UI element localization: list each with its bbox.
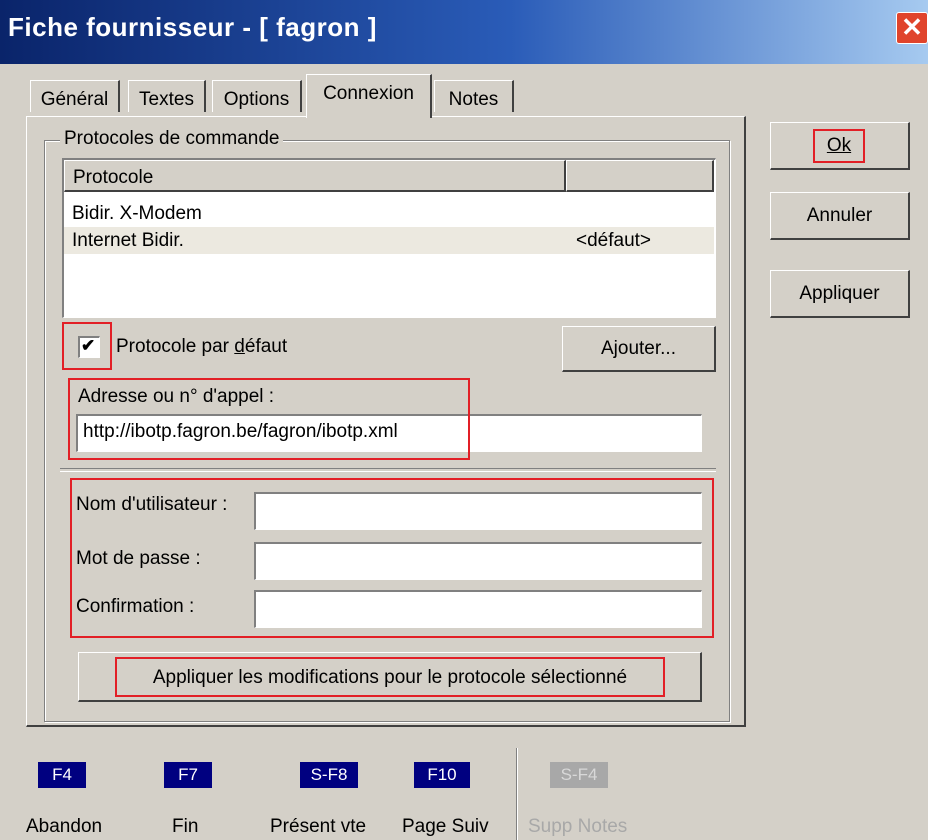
ok-button[interactable]: Ok	[770, 122, 910, 170]
list-item[interactable]: Internet Bidir. <défaut>	[64, 227, 714, 254]
column-header-default[interactable]	[566, 160, 714, 192]
column-header-protocole[interactable]: Protocole	[64, 160, 566, 192]
default-protocol-label[interactable]: Protocole par défaut	[116, 336, 287, 358]
fkey-f7-label[interactable]: Fin	[172, 816, 198, 838]
close-icon: ✕	[901, 12, 923, 42]
protocols-group-label: Protocoles de commande	[60, 128, 284, 150]
ok-button-label: Ok	[813, 129, 865, 163]
fkey-f10[interactable]: F10	[414, 762, 470, 788]
apply-protocol-changes-label: Appliquer les modifications pour le prot…	[115, 657, 665, 697]
fkey-s-f8-label[interactable]: Présent vte	[270, 816, 366, 838]
fkey-s-f4-label: Supp Notes	[528, 816, 628, 837]
tab-notes[interactable]: Notes	[434, 80, 514, 112]
credentials-highlight	[70, 478, 714, 638]
add-protocol-button[interactable]: Ajouter...	[562, 326, 716, 372]
fkey-f4[interactable]: F4	[38, 762, 86, 788]
fkey-s-f8[interactable]: S-F8	[300, 762, 358, 788]
protocol-name: Internet Bidir.	[72, 230, 184, 251]
fkey-f7[interactable]: F7	[164, 762, 212, 788]
window-title: Fiche fournisseur - [ fagron ]	[8, 12, 377, 42]
tab-general[interactable]: Général	[30, 80, 120, 112]
close-button[interactable]: ✕	[896, 12, 928, 44]
protocol-name: Bidir. X-Modem	[72, 203, 202, 224]
apply-button[interactable]: Appliquer	[770, 270, 910, 318]
fkey-separator	[516, 748, 518, 840]
checkmark-icon: ✔	[81, 336, 96, 355]
tab-textes[interactable]: Textes	[128, 80, 206, 112]
list-item[interactable]: Bidir. X-Modem	[64, 200, 714, 227]
address-highlight	[68, 378, 470, 460]
protocol-default: <défaut>	[576, 230, 652, 251]
fkey-f4-label[interactable]: Abandon	[26, 816, 102, 838]
apply-protocol-changes-button[interactable]: Appliquer les modifications pour le prot…	[78, 652, 702, 702]
tab-connexion[interactable]: Connexion	[306, 74, 432, 118]
separator	[60, 468, 716, 472]
tab-options[interactable]: Options	[212, 80, 302, 112]
default-protocol-checkbox[interactable]: ✔	[78, 336, 100, 358]
protocol-list[interactable]: Protocole Bidir. X-Modem Internet Bidir.…	[62, 158, 716, 318]
fkey-s-f4: S-F4	[550, 762, 608, 788]
cancel-button[interactable]: Annuler	[770, 192, 910, 240]
fkey-f10-label[interactable]: Page Suiv	[402, 816, 489, 838]
list-header: Protocole	[64, 160, 714, 192]
